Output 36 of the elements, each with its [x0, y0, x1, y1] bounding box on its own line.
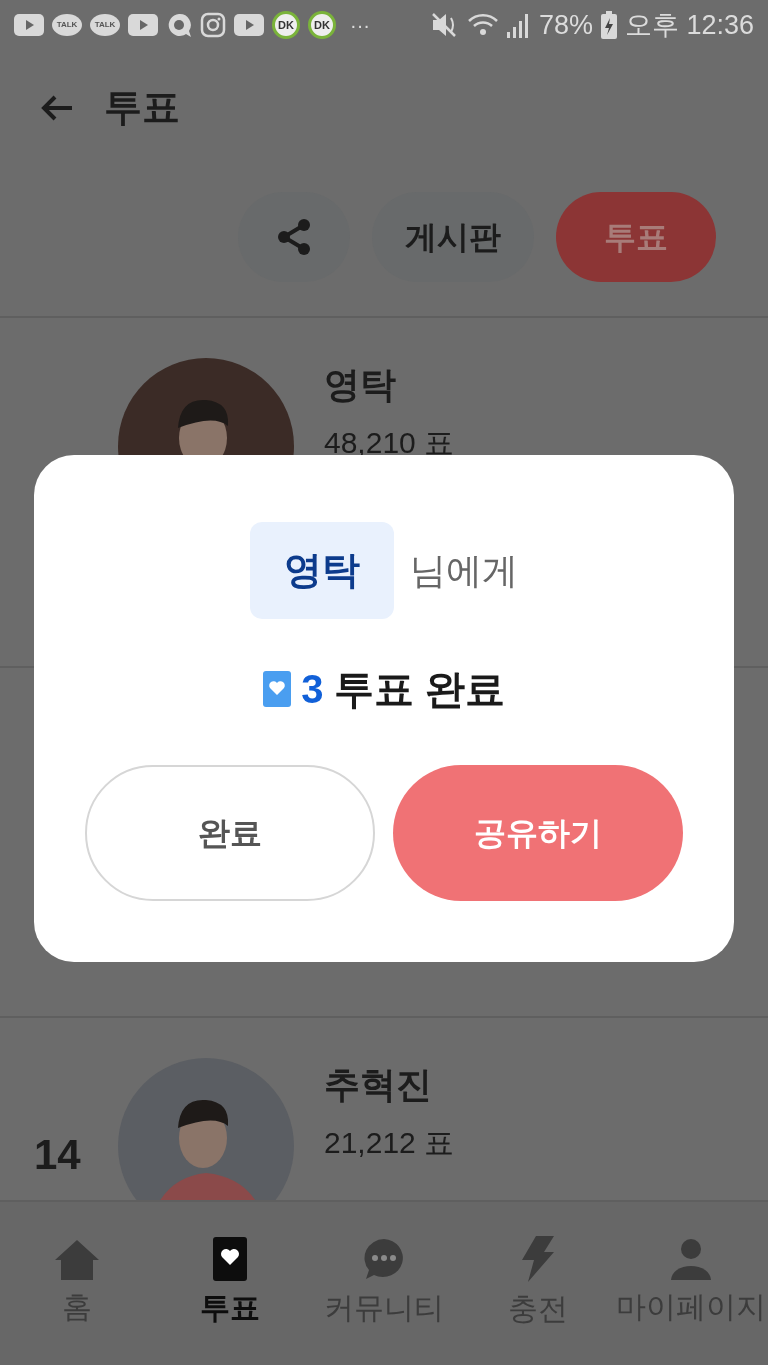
wifi-icon: [466, 12, 499, 38]
video-play-icon: [128, 14, 158, 36]
page-title: 투표: [104, 85, 180, 130]
video-play-icon: [14, 14, 44, 36]
vote-amount: 3: [301, 666, 324, 713]
heart-card-icon: [213, 1237, 248, 1281]
rank-number: 14: [34, 1130, 82, 1180]
app-badge-icon: DK: [308, 11, 336, 39]
recipient-name: 영탁: [250, 522, 394, 619]
more-notifications: ···: [350, 13, 370, 38]
vote-count: 21,212 표: [324, 1125, 455, 1161]
candidate-name: 추혁진: [324, 1063, 433, 1107]
heart-card-icon: [263, 671, 292, 707]
candidate-name: 영탁: [324, 363, 397, 407]
back-arrow-icon[interactable]: [40, 93, 74, 122]
vote-count: 48,210 표: [324, 425, 455, 461]
board-button[interactable]: 게시판: [372, 192, 534, 282]
signal-icon: [506, 12, 531, 38]
chat-bubble-icon: [362, 1237, 406, 1281]
share-button[interactable]: 공유하기: [393, 765, 683, 901]
clock: 오후 12:36: [624, 8, 754, 42]
app-badge-icon: DK: [272, 11, 300, 39]
vote-button[interactable]: 투표: [556, 192, 716, 282]
camera-icon: [200, 12, 226, 38]
video-play-icon: [234, 14, 264, 36]
result-message: 투표 완료: [333, 666, 505, 713]
chat-bubble-icon: [166, 12, 192, 38]
battery-charging-icon: [600, 11, 617, 39]
chat-bubble-icon: TALK: [52, 14, 82, 36]
nav-tab[interactable]: 투표: [153, 1237, 308, 1330]
chat-bubble-icon: TALK: [90, 14, 120, 36]
recipient-suffix: 님에게: [410, 548, 518, 593]
done-button[interactable]: 완료: [85, 765, 375, 901]
person-icon: [669, 1238, 714, 1280]
lightning-icon: [519, 1236, 556, 1282]
battery-level: 78%: [538, 8, 593, 42]
